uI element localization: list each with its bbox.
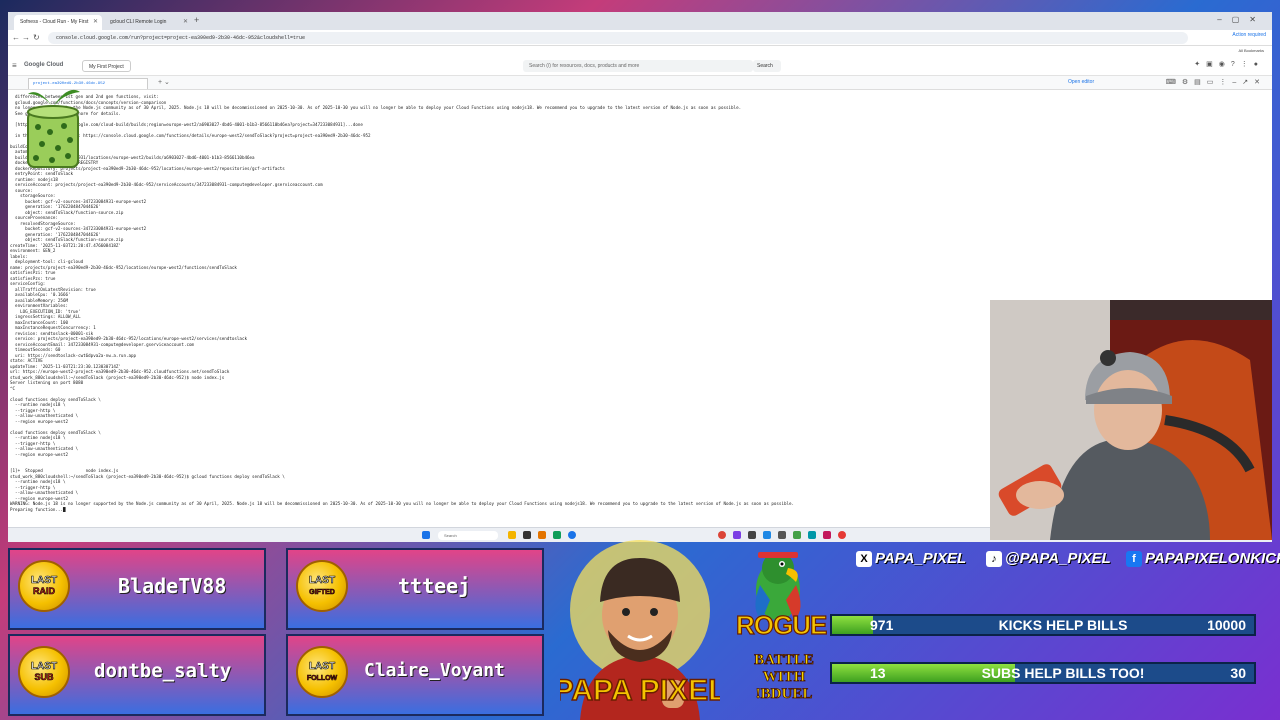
last-sub-badge: LAST SUB xyxy=(18,646,70,698)
brand-title: PAPA PIXEL xyxy=(560,674,720,707)
app-icon[interactable] xyxy=(538,531,546,539)
window-controls[interactable]: –▢✕ xyxy=(1217,15,1266,24)
goal-target: 10000 xyxy=(1207,617,1246,633)
battle-command-text: BATTLE WITH !BDUEL xyxy=(744,652,824,703)
subs-goal-bar: 13 SUBS HELP BILLS TOO! 30 xyxy=(830,662,1256,684)
last-raid-badge: LAST RAID xyxy=(18,560,70,612)
project-name: My First Project xyxy=(89,64,124,70)
close-icon[interactable]: ✕ xyxy=(93,18,98,25)
last-sub-panel: LAST SUB dontbe_salty xyxy=(8,634,266,716)
last-gifted-panel: LAST GIFTED ttteej xyxy=(286,548,544,630)
tab-gcloud-login[interactable]: gcloud CLI Remote Login ✕ xyxy=(104,15,192,30)
app-icon[interactable] xyxy=(823,531,831,539)
app-icon[interactable] xyxy=(733,531,741,539)
app-icon[interactable] xyxy=(553,531,561,539)
open-editor-button[interactable]: Open editor xyxy=(1068,79,1094,85)
goal-target: 30 xyxy=(1230,665,1246,681)
bookmarks-bar: All Bookmarks xyxy=(8,46,1272,56)
url-input[interactable]: console.cloud.google.com/run?project=pro… xyxy=(48,32,1188,44)
kicks-goal-bar: 971 KICKS HELP BILLS 10000 xyxy=(830,614,1256,636)
social-handle: PAPAPIXELONKICK xyxy=(1145,550,1280,567)
folder-icon[interactable] xyxy=(508,531,516,539)
start-icon[interactable] xyxy=(422,531,430,539)
goal-label: SUBS HELP BILLS TOO! xyxy=(981,665,1145,681)
last-follow-name: Claire_Voyant xyxy=(364,660,505,681)
social-x: X PAPA_PIXEL xyxy=(856,550,966,572)
header-icons[interactable]: ✦▣◉?⋮● xyxy=(1194,60,1264,68)
chrome-icon[interactable] xyxy=(718,531,726,539)
badge-top: LAST xyxy=(308,575,336,587)
tab-label: gcloud CLI Remote Login xyxy=(110,19,167,25)
webcam-feed xyxy=(990,300,1272,540)
last-raid-panel: LAST RAID BladeTV88 xyxy=(8,548,266,630)
facebook-icon: f xyxy=(1126,551,1142,568)
last-gifted-name: ttteej xyxy=(398,574,471,598)
last-follow-panel: LAST FOLLOW Claire_Voyant xyxy=(286,634,544,716)
tiktok-icon: ♪ xyxy=(986,551,1002,568)
address-bar-row: ← → ↻ console.cloud.google.com/run?proje… xyxy=(8,30,1272,46)
rogue-logo-text: ROGUE xyxy=(735,609,828,640)
last-raid-name: BladeTV88 xyxy=(118,574,227,598)
badge-top: LAST xyxy=(308,661,336,673)
badge-sub: RAID xyxy=(33,586,56,597)
cloud-shell-toolbar: project-ea390ed9-2b30-46dc-952 + ⌄ Open … xyxy=(8,76,1272,90)
social-handle: @PAPA_PIXEL xyxy=(1005,550,1111,567)
app-icon[interactable] xyxy=(808,531,816,539)
goal-label: KICKS HELP BILLS xyxy=(998,617,1128,633)
last-gifted-badge: LAST GIFTED xyxy=(296,560,348,612)
reload-icon[interactable]: ↻ xyxy=(33,33,40,42)
tab-cloud-run[interactable]: Sofness - Cloud Run - My First ✕ xyxy=(14,15,102,30)
tab-label: Sofness - Cloud Run - My First xyxy=(20,19,89,25)
record-icon[interactable] xyxy=(838,531,846,539)
app-icon[interactable] xyxy=(793,531,801,539)
cloud-console-header: ≡ Google Cloud My First Project Search (… xyxy=(8,56,1272,76)
social-facebook: f PAPAPIXELONKICK xyxy=(1126,550,1280,572)
project-picker[interactable]: My First Project xyxy=(82,60,131,72)
profile-status[interactable]: Action required xyxy=(1232,32,1266,38)
all-bookmarks-link[interactable]: All Bookmarks xyxy=(1238,48,1264,53)
shell-toolbar-icons[interactable]: ⌨⚙▤▭⋮–↗✕ xyxy=(1166,78,1266,86)
battle-line: BATTLE xyxy=(754,652,815,669)
add-shell-icon[interactable]: + ⌄ xyxy=(158,78,170,86)
menu-icon[interactable]: ≡ xyxy=(12,61,17,70)
app-icon[interactable] xyxy=(778,531,786,539)
terminal-icon[interactable] xyxy=(523,531,531,539)
google-cloud-logo[interactable]: Google Cloud xyxy=(24,62,63,68)
badge-sub: GIFTED xyxy=(309,589,335,597)
battle-line: WITH xyxy=(762,669,806,686)
tab-bar: Sofness - Cloud Run - My First ✕ gcloud … xyxy=(8,12,1272,30)
plant-pot-sticker xyxy=(27,89,80,168)
badge-top: LAST xyxy=(30,661,58,673)
papa-pixel-mascot: PAPA PIXEL xyxy=(560,540,720,720)
badge-sub: FOLLOW xyxy=(306,675,338,683)
badge-sub: SUB xyxy=(34,672,54,683)
new-tab-button[interactable]: + xyxy=(194,15,199,25)
battle-line: !BDUEL xyxy=(755,686,813,703)
x-icon: X xyxy=(856,551,872,568)
social-handle: PAPA_PIXEL xyxy=(875,550,967,567)
search-button[interactable]: Search xyxy=(753,60,781,72)
taskbar-search[interactable]: Search xyxy=(438,531,498,540)
console-search-input[interactable]: Search (/) for resources, docs, products… xyxy=(523,60,753,72)
edge-icon[interactable] xyxy=(568,531,576,539)
close-icon[interactable]: ✕ xyxy=(183,18,188,25)
app-icon[interactable] xyxy=(763,531,771,539)
forward-icon[interactable]: → xyxy=(22,33,30,42)
social-tiktok: ♪ @PAPA_PIXEL xyxy=(986,550,1111,572)
last-sub-name: dontbe_salty xyxy=(94,660,232,682)
stream-frame: Sofness - Cloud Run - My First ✕ gcloud … xyxy=(0,0,1280,720)
app-icon[interactable] xyxy=(748,531,756,539)
badge-top: LAST xyxy=(30,575,58,587)
last-follow-badge: LAST FOLLOW xyxy=(296,646,348,698)
back-icon[interactable]: ← xyxy=(12,33,20,42)
